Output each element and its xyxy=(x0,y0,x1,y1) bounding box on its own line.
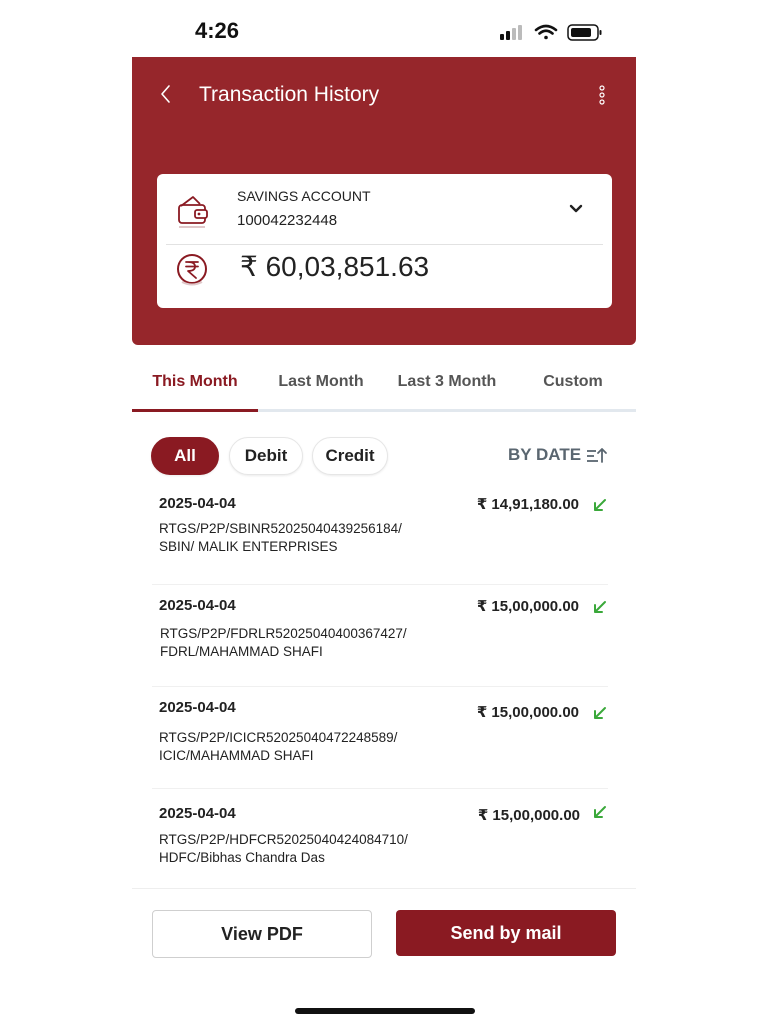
transaction-description-line: RTGS/P2P/FDRLR52025040400367427/ xyxy=(160,626,407,641)
arrow-down-left-icon xyxy=(594,499,606,511)
transaction-description-line: RTGS/P2P/ICICR52025040472248589/ xyxy=(159,730,398,745)
view-pdf-button[interactable]: View PDF xyxy=(152,910,372,958)
tab-custom[interactable]: Custom xyxy=(510,365,636,405)
more-vertical-icon[interactable] xyxy=(592,83,612,107)
transaction-amount: ₹ 15,00,000.00 xyxy=(476,598,579,615)
transaction-date: 2025-04-04 xyxy=(159,597,236,614)
transaction-description-line: HDFC/Bibhas Chandra Das xyxy=(159,850,325,865)
cellular-signal-icon xyxy=(500,25,522,40)
row-divider xyxy=(152,584,608,585)
status-bar: 4:26 xyxy=(0,0,768,56)
transaction-date: 2025-04-04 xyxy=(159,699,236,716)
transaction-description: RTGS/P2P/HDFCR52025040424084710/ HDFC/Bi… xyxy=(159,831,408,867)
app-screen: Transaction History SAVINGS ACCOUNT 1000… xyxy=(132,57,636,1024)
wifi-icon xyxy=(534,24,558,40)
transaction-row[interactable]: 2025-04-04 ₹ 14,91,180.00 RTGS/P2P/SBINR… xyxy=(132,485,636,585)
transaction-amount: ₹ 15,00,000.00 xyxy=(476,704,579,721)
account-type: SAVINGS ACCOUNT xyxy=(237,188,371,204)
filter-chip-credit[interactable]: Credit xyxy=(312,437,388,475)
account-card[interactable]: SAVINGS ACCOUNT 100042232448 ₹ 60,03,851… xyxy=(157,174,612,308)
chevron-down-icon[interactable] xyxy=(565,198,587,218)
transaction-description-line: FDRL/MAHAMMAD SHAFI xyxy=(160,644,323,659)
sort-ascending-icon[interactable] xyxy=(586,445,608,465)
sort-label[interactable]: BY DATE xyxy=(508,445,581,465)
status-icons xyxy=(500,24,602,41)
arrow-down-left-icon xyxy=(594,601,606,613)
tab-last-3-month[interactable]: Last 3 Month xyxy=(384,365,510,405)
footer-divider xyxy=(132,888,636,889)
account-number: 100042232448 xyxy=(237,212,338,229)
page-title: Transaction History xyxy=(199,83,380,106)
arrow-down-left-icon xyxy=(594,806,606,818)
transaction-amount: ₹ 14,91,180.00 xyxy=(476,496,579,513)
transaction-row[interactable]: 2025-04-04 ₹ 15,00,000.00 RTGS/P2P/HDFCR… xyxy=(132,791,636,891)
transaction-description: RTGS/P2P/ICICR52025040472248589/ ICIC/MA… xyxy=(159,729,397,765)
chevron-left-icon[interactable] xyxy=(154,81,178,107)
transaction-date: 2025-04-04 xyxy=(159,805,236,822)
transaction-row[interactable]: 2025-04-04 ₹ 15,00,000.00 RTGS/P2P/FDRLR… xyxy=(132,587,636,687)
account-balance: ₹ 60,03,851.63 xyxy=(240,251,430,282)
home-indicator[interactable] xyxy=(295,1008,475,1014)
transaction-date: 2025-04-04 xyxy=(159,495,236,512)
header: Transaction History SAVINGS ACCOUNT 1000… xyxy=(132,57,636,345)
filter-chip-all[interactable]: All xyxy=(151,437,219,475)
tab-last-month[interactable]: Last Month xyxy=(258,365,384,405)
transaction-amount: ₹ 15,00,000.00 xyxy=(477,807,580,824)
filter-chip-debit[interactable]: Debit xyxy=(229,437,303,475)
transaction-description-line: RTGS/P2P/HDFCR52025040424084710/ xyxy=(159,832,408,847)
period-tabs: This Month Last Month Last 3 Month Custo… xyxy=(132,365,636,413)
filter-bar: All Debit Credit BY DATE xyxy=(132,437,636,477)
row-divider xyxy=(152,686,608,687)
transaction-description-line: RTGS/P2P/SBINR52025040439256184/ xyxy=(159,521,402,536)
arrow-down-left-icon xyxy=(594,707,606,719)
transaction-description-line: ICIC/MAHAMMAD SHAFI xyxy=(159,748,314,763)
battery-icon xyxy=(567,24,602,41)
row-divider xyxy=(152,788,608,789)
wallet-icon xyxy=(178,196,208,228)
transaction-row[interactable]: 2025-04-04 ₹ 15,00,000.00 RTGS/P2P/ICICR… xyxy=(132,689,636,789)
tabs-active-indicator xyxy=(132,409,258,412)
send-by-mail-button[interactable]: Send by mail xyxy=(396,910,616,956)
rupee-circle-icon xyxy=(177,254,207,286)
status-time: 4:26 xyxy=(195,18,240,43)
transaction-description: RTGS/P2P/FDRLR52025040400367427/ FDRL/MA… xyxy=(160,625,407,661)
transaction-description-line: SBIN/ MALIK ENTERPRISES xyxy=(159,539,338,554)
transaction-description: RTGS/P2P/SBINR52025040439256184/ SBIN/ M… xyxy=(159,520,402,556)
tab-this-month[interactable]: This Month xyxy=(132,365,258,405)
card-divider xyxy=(166,244,603,245)
